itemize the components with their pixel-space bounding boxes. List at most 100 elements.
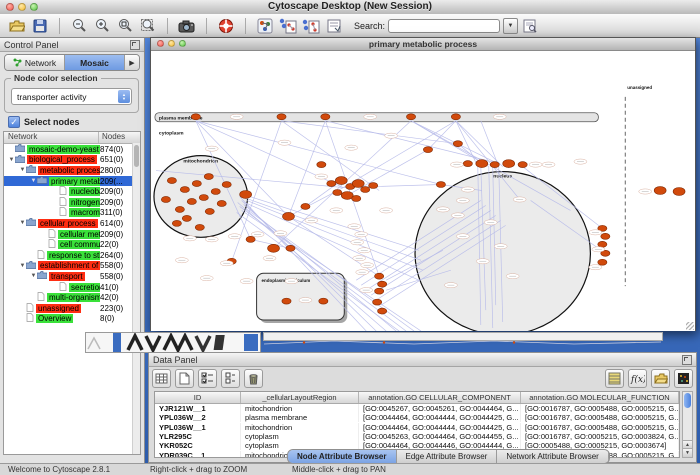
tab-overflow-arrow-icon[interactable]: ▶ xyxy=(125,55,139,70)
network-node[interactable] xyxy=(406,114,415,120)
table-row[interactable]: YJR121W__1mitochondrion[GO:0045267, GO:0… xyxy=(155,404,679,413)
network-edge[interactable] xyxy=(347,150,428,196)
network-node[interactable] xyxy=(378,281,387,287)
open-icon[interactable] xyxy=(8,17,26,35)
tree-row[interactable]: unassigned223(0) xyxy=(4,303,140,314)
help-lifering-icon[interactable] xyxy=(217,17,235,35)
network-edge[interactable] xyxy=(245,202,419,280)
snapshot-camera-icon[interactable] xyxy=(178,17,196,35)
plugin-network-icon[interactable] xyxy=(256,17,274,35)
network-node[interactable] xyxy=(199,194,208,200)
network-node[interactable] xyxy=(361,187,370,193)
network-node[interactable] xyxy=(518,162,527,168)
matrix-view-icon[interactable] xyxy=(674,369,693,388)
tree-row[interactable]: ▼biological_process651(0) xyxy=(4,155,140,166)
color-attribute-dropdown[interactable]: transporter activity ▲▼ xyxy=(11,88,132,105)
tree-row[interactable]: ▼transport558(0) xyxy=(4,271,140,282)
network-node[interactable] xyxy=(172,220,181,226)
tree-row[interactable]: multi-organism pro42(0) xyxy=(4,292,140,303)
tree-row[interactable]: ▼establishment of lo558(0) xyxy=(4,261,140,272)
table-column-header[interactable]: annotation.GO CELLULAR_COMPONENT xyxy=(359,392,521,403)
tree-row[interactable]: mosaic-demo-yeast874(0) xyxy=(4,144,140,155)
network-node[interactable] xyxy=(352,180,364,188)
tree-row[interactable]: secretion41(0) xyxy=(4,282,140,293)
network-node[interactable] xyxy=(240,191,252,199)
select-nodes-option[interactable]: ✓ Select nodes xyxy=(8,116,80,128)
network-node[interactable] xyxy=(321,114,330,120)
table-scrollbar[interactable]: ▲ ▼ xyxy=(682,391,693,458)
table-row[interactable]: YPL036W__2plasma membrane[GO:0044464, GO… xyxy=(155,413,679,422)
network-node[interactable] xyxy=(167,178,176,184)
advanced-search-icon[interactable] xyxy=(521,17,539,35)
network-node[interactable] xyxy=(217,200,226,206)
network-node[interactable] xyxy=(654,187,666,195)
table-column-header[interactable]: annotation.GO MOLECULAR_FUNCTION xyxy=(521,392,679,403)
expand-triangle-icon[interactable]: ▼ xyxy=(19,263,26,269)
network-node[interactable] xyxy=(301,203,310,209)
network-node[interactable] xyxy=(317,162,326,168)
resize-grip[interactable] xyxy=(686,322,694,330)
network-node[interactable] xyxy=(161,196,170,202)
network-node[interactable] xyxy=(476,160,488,168)
network-edge[interactable] xyxy=(325,121,495,163)
network-node[interactable] xyxy=(175,206,184,212)
zoom-fit-icon[interactable] xyxy=(139,17,157,35)
tree-row[interactable]: cellular metabol209(0) xyxy=(4,229,140,240)
select-nodes-checkbox[interactable]: ✓ xyxy=(8,116,20,128)
attribute-table[interactable]: ID_cellularLayoutRegionannotation.GO CEL… xyxy=(154,391,680,458)
float-panel-icon[interactable] xyxy=(682,355,692,365)
network-node[interactable] xyxy=(490,162,499,168)
zoom-in-icon[interactable] xyxy=(93,17,111,35)
tree-row[interactable]: nitrogen compo209(0) xyxy=(4,197,140,208)
unselect-attributes-icon[interactable] xyxy=(221,369,240,388)
network-node[interactable] xyxy=(246,236,255,242)
network-node[interactable] xyxy=(205,208,214,214)
tab-edge-attribute-browser[interactable]: Edge Attribute Browser xyxy=(397,450,498,463)
network-node[interactable] xyxy=(192,181,201,187)
network-node[interactable] xyxy=(373,299,382,305)
expand-triangle-icon[interactable]: ▼ xyxy=(8,157,15,163)
network-node[interactable] xyxy=(375,288,384,294)
table-column-header[interactable]: _cellularLayoutRegion xyxy=(241,392,359,403)
table-row[interactable]: YPL036W__1mitochondrion[GO:0044464, GO:0… xyxy=(155,423,679,432)
network-node[interactable] xyxy=(195,224,204,230)
tree-row[interactable]: ▼metabolic process280(0) xyxy=(4,165,140,176)
scroll-down-icon[interactable]: ▼ xyxy=(683,448,692,457)
open-file-icon[interactable] xyxy=(651,369,670,388)
network-node[interactable] xyxy=(282,298,291,304)
network-node[interactable] xyxy=(378,308,387,314)
network-node[interactable] xyxy=(598,241,607,247)
network-node[interactable] xyxy=(319,298,328,304)
import-table-icon[interactable] xyxy=(605,369,624,388)
new-attribute-icon[interactable] xyxy=(175,369,194,388)
network-node[interactable] xyxy=(369,183,378,189)
table-column-header[interactable]: ID xyxy=(155,392,241,403)
network-node[interactable] xyxy=(187,198,196,204)
select-attributes-icon[interactable] xyxy=(198,369,217,388)
formula-builder-icon[interactable]: f(x) xyxy=(628,369,647,388)
expand-triangle-icon[interactable]: ▼ xyxy=(30,273,37,279)
network-node[interactable] xyxy=(436,182,445,188)
search-dropdown-icon[interactable]: ▼ xyxy=(503,18,518,34)
network-node[interactable] xyxy=(673,188,685,196)
float-panel-icon[interactable] xyxy=(130,40,140,50)
tree-row[interactable]: response to stimul264(0) xyxy=(4,250,140,261)
tree-row[interactable]: ▼cellular process614(0) xyxy=(4,218,140,229)
zoom-out-icon[interactable] xyxy=(70,17,88,35)
network-node[interactable] xyxy=(180,187,189,193)
network-node[interactable] xyxy=(283,212,295,220)
network-node[interactable] xyxy=(335,177,347,185)
zoom-selected-icon[interactable] xyxy=(116,17,134,35)
network-node[interactable] xyxy=(423,147,432,153)
plugin-layout-icon-1[interactable] xyxy=(279,17,297,35)
tab-node-attribute-browser[interactable]: Node Attribute Browser xyxy=(288,450,397,463)
tree-row[interactable]: Overview8(0) xyxy=(4,314,140,325)
expand-triangle-icon[interactable]: ▼ xyxy=(19,167,26,173)
save-icon[interactable] xyxy=(31,17,49,35)
network-node[interactable] xyxy=(503,160,515,168)
network-node[interactable] xyxy=(211,189,220,195)
tree-row[interactable]: ▼primary metabol209(... xyxy=(4,176,140,187)
network-node[interactable] xyxy=(268,244,280,252)
network-node[interactable] xyxy=(453,141,462,147)
network-node[interactable] xyxy=(182,215,191,221)
